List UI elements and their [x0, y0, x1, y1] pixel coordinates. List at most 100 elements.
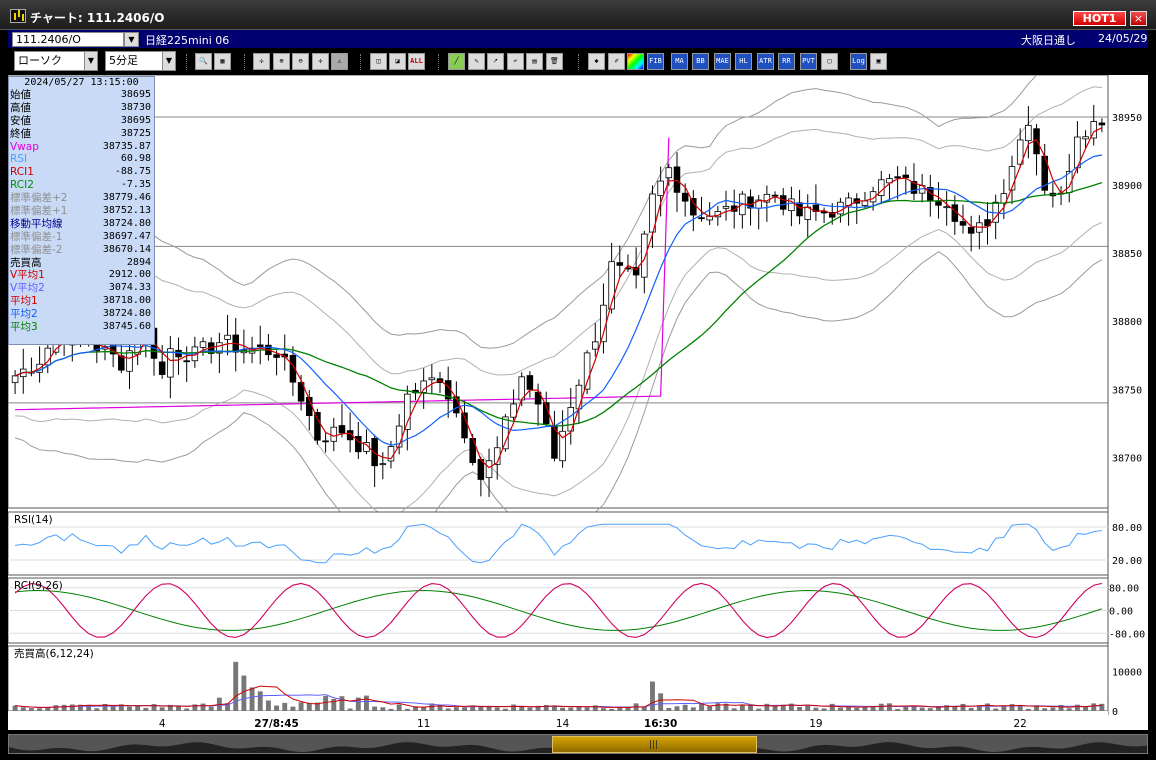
toolbar-ma-button[interactable]: MA — [671, 53, 688, 70]
data-window-value: 38695 — [120, 89, 151, 100]
volume-bar — [895, 708, 901, 711]
color-icon[interactable] — [627, 53, 644, 70]
volume-bar — [813, 707, 819, 711]
chart-type-select[interactable]: ローソク ▼ — [14, 51, 98, 71]
undo-icon[interactable]: ↶ — [507, 53, 524, 70]
candle-body — [314, 412, 321, 441]
grip-icon: ||| — [649, 740, 659, 750]
rci-tick-label: 0.00 — [1109, 607, 1133, 618]
toolbar-hl-button[interactable]: HL — [735, 53, 752, 70]
candle-body — [510, 403, 517, 418]
chart-area[interactable]: 38950 38900 38850 38800 38750 38700 RSI(14) 80.… — [8, 75, 1148, 730]
price-tick-label: 38700 — [1112, 453, 1142, 464]
volume-bar — [20, 707, 26, 711]
volume-bar — [339, 696, 345, 711]
volume-bar — [690, 707, 696, 711]
toolbar-bb-button[interactable]: BB — [692, 53, 709, 70]
toolbar-atr-button[interactable]: ATR — [757, 53, 774, 70]
volume-bar — [707, 706, 713, 711]
data-window-label: 終値 — [10, 127, 31, 140]
candle-body — [379, 463, 387, 466]
candle-body — [690, 198, 697, 216]
brush-icon[interactable]: ✐ — [608, 53, 625, 70]
window-icon[interactable]: ▢ — [821, 53, 838, 70]
toolbar-rr-button[interactable]: RR — [778, 53, 795, 70]
draw-icon[interactable]: ✎ — [468, 53, 485, 70]
zoom-icon[interactable]: 🔍 — [195, 53, 212, 70]
price-tick-label: 38850 — [1112, 249, 1142, 260]
volume-bar — [290, 706, 296, 711]
data-window-row: 移動平均線 38724.80 — [9, 218, 154, 231]
volume-bar — [797, 706, 803, 711]
time-axis — [8, 711, 1108, 715]
grid-icon[interactable]: ▦ — [214, 53, 231, 70]
toolbar: ローソク ▼ 5分足 ▼ 🔍 ▦ ✢ ⊕ ⊖ ✛ ⚠ ◫ ◪ ALL ╱ ✎ ➚ ↶ ▤ 🗑 ✱ ✐ FIB MA BB… — [8, 49, 1148, 75]
memo-icon[interactable]: ▤ — [526, 53, 543, 70]
candle-body — [322, 440, 329, 443]
volume-bar — [658, 693, 664, 711]
candle-shrink-icon[interactable]: ◪ — [389, 53, 406, 70]
candle-body — [575, 384, 583, 410]
data-window-row: 平均3 38745.60 — [9, 321, 154, 334]
delete-icon[interactable]: 🗑 — [546, 53, 563, 70]
data-window-label: 高値 — [10, 101, 31, 114]
select-icon[interactable]: ➚ — [487, 53, 504, 70]
timeframe-select[interactable]: 5分足 ▼ — [105, 51, 176, 71]
symbol-input[interactable]: 111.2406/O — [12, 32, 124, 47]
data-window-row: 標準偏差+1 38752.13 — [9, 205, 154, 218]
chart-type-value: ローソク — [18, 54, 62, 67]
candle-body — [935, 201, 942, 206]
window-title: チャート: 111.2406/O — [30, 11, 165, 25]
volume-bar — [249, 687, 255, 711]
data-window-row: 安値 38695 — [9, 115, 154, 128]
warning-icon[interactable]: ⚠ — [331, 53, 348, 70]
volume-bar — [600, 708, 606, 711]
candle-width-icon[interactable]: ◫ — [370, 53, 387, 70]
hot-button[interactable]: HOT1 — [1073, 11, 1126, 26]
data-window-value: 38725 — [120, 127, 151, 139]
zoom-in-icon[interactable]: ⊕ — [273, 53, 290, 70]
data-window-label: Vwap — [10, 140, 39, 153]
candle-body — [673, 166, 681, 193]
timeline-scrollbar[interactable]: ||| — [8, 734, 1148, 754]
candle-body — [592, 341, 599, 350]
settings-icon[interactable]: ✱ — [588, 53, 605, 70]
toolbar-pvt-button[interactable]: PVT — [800, 53, 817, 70]
toolbar-log-button[interactable]: Log — [850, 53, 867, 70]
detach-icon[interactable]: ▣ — [870, 53, 887, 70]
volume-bar — [265, 700, 271, 711]
data-window-label: V平均1 — [10, 269, 45, 282]
toolbar-all-button[interactable]: ALL — [408, 53, 425, 70]
toolbar-fib-button[interactable]: FIB — [647, 53, 664, 70]
crosshair-icon[interactable]: ✛ — [312, 53, 329, 70]
scrollbar-thumb[interactable]: ||| — [552, 736, 757, 753]
data-window-row: 標準偏差-2 38670.14 — [9, 244, 154, 257]
price-chart[interactable]: 38950 38900 38850 38800 38750 38700 RSI(14) 80.… — [8, 75, 1148, 730]
toolbar-mae-button[interactable]: MAE — [714, 53, 731, 70]
candle-body — [526, 375, 534, 390]
data-window-value: 38670.14 — [102, 243, 151, 255]
chevron-down-icon[interactable]: ▼ — [84, 52, 97, 70]
price-panel — [8, 75, 1109, 509]
volume-bar — [846, 706, 852, 711]
candle-body — [902, 174, 910, 178]
rsi-tick-label: 80.00 — [1112, 523, 1142, 534]
volume-bar — [993, 708, 999, 711]
data-window-label: 始値 — [10, 89, 31, 101]
volume-bar — [739, 704, 745, 711]
zoom-out-icon[interactable]: ⊖ — [292, 53, 309, 70]
price-tick-label: 38900 — [1112, 181, 1142, 192]
close-icon[interactable]: × — [1130, 11, 1147, 26]
toolbar-separator — [186, 54, 188, 70]
cursor-cross-icon[interactable]: ✢ — [253, 53, 270, 70]
data-window-row: 平均2 38724.80 — [9, 308, 154, 321]
chevron-down-icon[interactable]: ▼ — [124, 32, 139, 47]
data-window-value: 60.98 — [120, 153, 151, 165]
candle-body — [183, 360, 190, 363]
symbol-bar: 111.2406/O ▼ 日経225mini 06 大阪日通し 24/05/29 — [8, 30, 1148, 48]
trendline-icon[interactable]: ╱ — [448, 53, 465, 70]
volume-bar — [748, 705, 753, 711]
data-window-row: RSI 60.98 — [9, 153, 154, 166]
chevron-down-icon[interactable]: ▼ — [162, 52, 175, 70]
candle-body — [657, 180, 664, 196]
